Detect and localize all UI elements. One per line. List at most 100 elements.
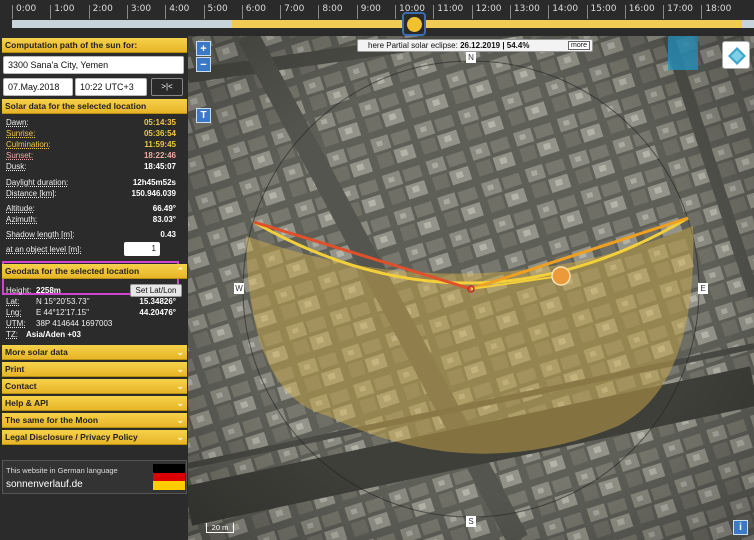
dusk-label[interactable]: Dusk: <box>6 162 26 172</box>
info-button[interactable]: i <box>733 520 748 535</box>
sun-icon <box>407 17 422 32</box>
culmination-row: Culmination: 11:59:45 <box>6 140 182 150</box>
dusk-row: Dusk: 18:45:07 <box>6 162 182 172</box>
utm-label[interactable]: UTM: <box>6 319 26 329</box>
azimuth-label[interactable]: Azimuth: <box>6 215 37 225</box>
reset-time-button[interactable]: >|< <box>151 78 183 96</box>
hour-label: 3:00 <box>126 5 151 19</box>
chevron-down-icon: ⌄ <box>176 398 184 408</box>
menu-contact[interactable]: Contact ⌄ <box>2 379 187 394</box>
menu-print[interactable]: Print ⌄ <box>2 362 187 377</box>
lng-label[interactable]: Lng: <box>6 308 22 318</box>
distance-value: 150.946.039 <box>131 189 177 198</box>
object-level-label[interactable]: at an object level [m]: <box>6 245 82 255</box>
daylight-duration-value: 12h45m52s <box>132 178 176 187</box>
location-input[interactable]: 3300 Sana'a City, Yemen <box>3 56 184 74</box>
menu-more-solar-data[interactable]: More solar data ⌄ <box>2 345 187 360</box>
layers-icon <box>728 47 746 65</box>
hour-label: 18:00 <box>701 5 731 19</box>
eclipse-banner: here Partial solar eclipse: 26.12.2019 |… <box>357 39 593 52</box>
satellite-map <box>188 36 754 540</box>
terrain-toggle-button[interactable]: T <box>196 108 211 123</box>
zoom-out-button[interactable]: − <box>196 57 211 72</box>
altitude-value: 66.49° <box>152 204 176 213</box>
altitude-row: Altitude: 66.49° <box>6 204 182 214</box>
dawn-row: Dawn: 05:14:35 <box>6 118 182 128</box>
time-slider[interactable]: 0:00 1:00 2:00 3:00 4:00 5:00 6:00 7:00 8:00 9:00… <box>0 0 754 36</box>
culmination-label[interactable]: Culmination: <box>6 140 50 150</box>
sunrise-label[interactable]: Sunrise: <box>6 129 35 139</box>
eclipse-more-button[interactable]: more <box>568 41 590 50</box>
hour-label: 17:00 <box>663 5 693 19</box>
set-latlon-button[interactable]: Set Lat/Lon <box>130 284 182 297</box>
lat-row: Lat: N 15°20'53.73'' 15.34826° <box>6 297 182 307</box>
menu-moon[interactable]: The same for the Moon ⌄ <box>2 413 187 428</box>
chevron-down-icon: ⌄ <box>176 364 184 374</box>
hour-label: 13:00 <box>509 5 540 19</box>
tz-label[interactable]: TZ: <box>6 330 18 340</box>
hour-label: 11:00 <box>433 5 463 19</box>
distance-label[interactable]: Distance [km]: <box>6 189 57 199</box>
shadow-length-value: 0.43 <box>160 230 176 239</box>
hour-label: 8:00 <box>318 5 343 19</box>
height-value: 2258m <box>36 286 61 295</box>
compass-east: E <box>698 283 708 294</box>
german-flag-icon[interactable] <box>153 464 185 490</box>
lat-label[interactable]: Lat: <box>6 297 19 307</box>
zoom-in-button[interactable]: + <box>196 41 211 56</box>
computation-header: Computation path of the sun for: <box>2 38 187 53</box>
german-link[interactable]: sonnenverlauf.de <box>6 479 83 490</box>
geodata-header[interactable]: Geodata for the selected location ⌃ <box>2 264 187 279</box>
azimuth-row: Azimuth: 83.03° <box>6 215 182 225</box>
utm-value: 38P 414644 1697003 <box>36 319 113 328</box>
menu-help-api[interactable]: Help & API ⌄ <box>2 396 187 411</box>
sunrise-row: Sunrise: 05:36:54 <box>6 129 182 139</box>
geodata-header-label: Geodata for the selected location <box>5 266 140 276</box>
sunset-label[interactable]: Sunset: <box>6 151 33 161</box>
shadow-length-label[interactable]: Shadow length [m]: <box>6 230 74 240</box>
chevron-up-icon: ⌃ <box>176 266 184 276</box>
chevron-down-icon: ⌄ <box>176 381 184 391</box>
sunset-row: Sunset: 18:22:46 <box>6 151 182 161</box>
shadow-length-row: Shadow length [m]: 0.43 <box>6 230 182 240</box>
german-language-box[interactable]: This website in German language sonnenve… <box>2 460 187 494</box>
compass-south: S <box>466 516 476 527</box>
time-scale: 0:00 1:00 2:00 3:00 4:00 5:00 6:00 7:00 8:00 9:00… <box>0 0 754 19</box>
menu-label: Print <box>5 364 25 374</box>
hour-label: 14:00 <box>548 5 578 19</box>
compass-west: W <box>234 283 244 294</box>
eclipse-date: 26.12.2019 | 54.4% <box>460 41 530 50</box>
lat-value: 15.34826° <box>139 297 176 306</box>
hour-label: 2:00 <box>88 5 113 19</box>
eclipse-text: here Partial solar eclipse: <box>368 41 458 50</box>
azimuth-value: 83.03° <box>152 215 176 224</box>
computation-header-label: Computation path of the sun for: <box>5 40 138 50</box>
altitude-label[interactable]: Altitude: <box>6 204 35 214</box>
time-input[interactable]: 10:22 UTC+3 <box>75 78 147 96</box>
hour-label: 1:00 <box>50 5 75 19</box>
solar-header-label: Solar data for the selected location <box>5 101 147 111</box>
hour-label: 16:00 <box>624 5 655 19</box>
utm-row: UTM: 38P 414644 1697003 <box>6 319 182 329</box>
dawn-value: 05:14:35 <box>143 118 176 127</box>
map-view[interactable]: here Partial solar eclipse: 26.12.2019 |… <box>188 36 754 540</box>
time-slider-handle[interactable] <box>402 12 426 36</box>
menu-legal[interactable]: Legal Disclosure / Privacy Policy ⌄ <box>2 430 187 445</box>
hour-label: 15:00 <box>586 5 616 19</box>
dawn-label[interactable]: Dawn: <box>6 118 29 128</box>
date-input[interactable]: 07.May.2018 <box>3 78 73 96</box>
hour-label: 9:00 <box>356 5 381 19</box>
solar-header: Solar data for the selected location <box>2 99 187 114</box>
daylight-duration-label[interactable]: Daylight duration: <box>6 178 68 188</box>
culmination-value: 11:59:45 <box>144 140 176 149</box>
object-level-input[interactable]: 1 <box>124 242 160 256</box>
hour-label: 7:00 <box>280 5 304 19</box>
sidebar: Computation path of the sun for: 3300 Sa… <box>0 36 188 540</box>
hour-label: 5:00 <box>203 5 228 19</box>
menu-label: Contact <box>5 381 37 391</box>
sunset-value: 18:22:46 <box>143 151 176 160</box>
daylight-duration-row: Daylight duration: 12h45m52s <box>6 178 182 188</box>
app-root: 0:00 1:00 2:00 3:00 4:00 5:00 6:00 7:00 8:00 9:00… <box>0 0 754 540</box>
layers-button[interactable] <box>722 41 750 69</box>
hour-label: 0:00 <box>12 5 36 19</box>
